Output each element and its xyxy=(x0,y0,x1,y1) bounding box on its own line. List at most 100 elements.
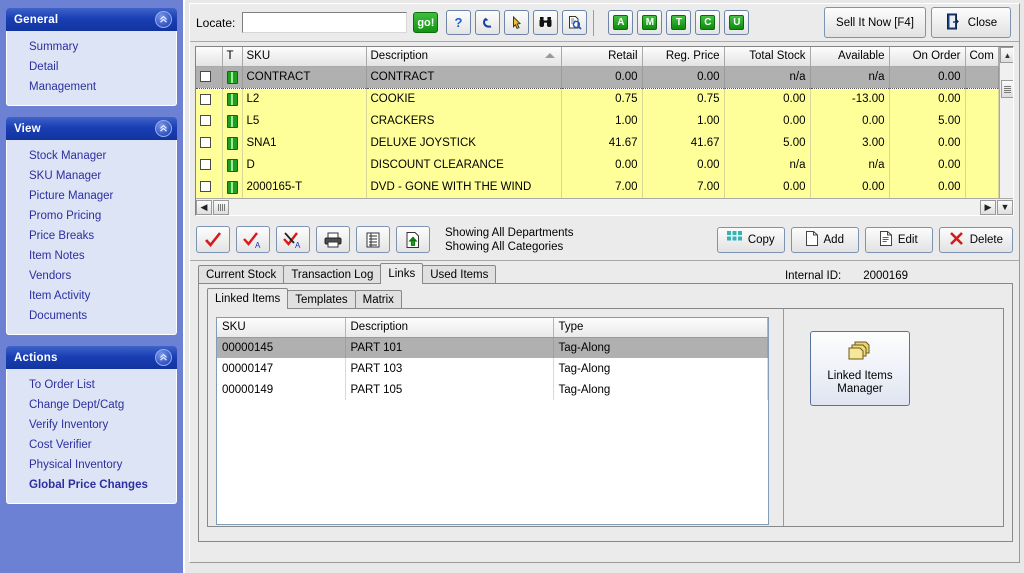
card-stack-icon xyxy=(847,341,873,365)
link-column-header-description[interactable]: Description xyxy=(345,318,554,338)
row-checkbox[interactable] xyxy=(200,137,211,149)
sidebar-item-documents[interactable]: Documents xyxy=(7,306,176,326)
filter-button-t[interactable]: T xyxy=(666,10,692,35)
vertical-scroll-thumb[interactable] xyxy=(1000,80,1013,98)
sidebar-panel-actions-header[interactable]: Actions xyxy=(6,346,177,369)
column-header-total-stock[interactable]: Total Stock xyxy=(724,47,811,67)
filter-button-a[interactable]: A xyxy=(608,10,634,35)
print-icon[interactable] xyxy=(316,226,350,253)
add-button[interactable]: Add xyxy=(790,226,859,253)
sidebar-item-to-order-list[interactable]: To Order List xyxy=(7,375,176,395)
tab-links[interactable]: Links xyxy=(380,263,424,285)
table-row[interactable]: SNA1 DELUXE JOYSTICK 41.67 41.67 5.00 3.… xyxy=(196,132,999,154)
sidebar-item-item-activity[interactable]: Item Activity xyxy=(7,286,176,306)
copy-button[interactable]: Copy xyxy=(716,226,785,253)
table-row[interactable]: L2 COOKIE 0.75 0.75 0.00 -13.00 0.00 xyxy=(196,88,999,110)
sidebar-panel-general-header[interactable]: General xyxy=(6,8,177,31)
column-header-available[interactable]: Available xyxy=(810,47,890,67)
sidebar-item-vendors[interactable]: Vendors xyxy=(7,266,176,286)
linked-items-manager-button[interactable]: Linked Items Manager xyxy=(810,331,910,406)
row-checkbox[interactable] xyxy=(200,93,211,105)
help-icon[interactable]: ? xyxy=(446,10,472,35)
horizontal-scroll-thumb[interactable] xyxy=(213,199,229,215)
sidebar-item-verify-inventory[interactable]: Verify Inventory xyxy=(7,415,176,435)
column-header-reg-price[interactable]: Reg. Price xyxy=(642,47,725,67)
gold-arrow-icon[interactable] xyxy=(504,10,530,35)
column-header-check[interactable] xyxy=(196,47,223,67)
binoculars-icon[interactable] xyxy=(533,10,559,35)
row-checkbox[interactable] xyxy=(200,115,211,127)
row-checkbox[interactable] xyxy=(200,159,211,171)
tab-current-stock[interactable]: Current Stock xyxy=(198,265,285,284)
list-icon[interactable] xyxy=(356,226,390,253)
sidebar-item-item-notes[interactable]: Item Notes xyxy=(7,246,176,266)
tab-used-items[interactable]: Used Items xyxy=(422,265,497,284)
column-header-type[interactable]: T xyxy=(222,47,243,67)
sidebar-item-management[interactable]: Management xyxy=(7,77,176,97)
chevron-double-up-icon[interactable] xyxy=(155,120,172,137)
link-column-header-type[interactable]: Type xyxy=(553,318,768,338)
table-row[interactable]: D DISCOUNT CLEARANCE 0.00 0.00 n/a n/a 0… xyxy=(196,154,999,176)
row-checkbox-cell[interactable] xyxy=(196,110,223,132)
row-checkbox-cell[interactable] xyxy=(196,65,223,89)
row-checkbox-cell[interactable] xyxy=(196,88,223,110)
chevron-double-up-icon[interactable] xyxy=(155,349,172,366)
sell-it-now-button[interactable]: Sell It Now [F4] xyxy=(824,7,926,38)
list-item[interactable]: 00000149 PART 105 Tag-Along xyxy=(217,379,768,400)
sidebar-item-global-price-changes[interactable]: Global Price Changes xyxy=(7,475,176,495)
filter-button-u[interactable]: U xyxy=(724,10,750,35)
close-button[interactable]: Close xyxy=(931,7,1011,38)
cell-reg-price: 0.00 xyxy=(642,65,725,89)
check-a-icon[interactable]: A xyxy=(236,226,270,253)
chevron-double-up-icon[interactable] xyxy=(155,11,172,28)
column-header-on-order[interactable]: On Order xyxy=(889,47,966,67)
link-column-header-sku[interactable]: SKU xyxy=(217,318,346,338)
row-checkbox[interactable] xyxy=(200,181,211,193)
table-row[interactable]: 2000165-T DVD - GONE WITH THE WIND 7.00 … xyxy=(196,176,999,198)
row-checkbox-cell[interactable] xyxy=(196,176,223,198)
column-header-sku[interactable]: SKU xyxy=(242,47,367,67)
sidebar-item-cost-verifier[interactable]: Cost Verifier xyxy=(7,435,176,455)
sidebar-item-summary[interactable]: Summary xyxy=(7,37,176,57)
go-button[interactable]: go! xyxy=(413,12,439,33)
scroll-down-icon[interactable]: ▼ xyxy=(997,199,1013,215)
tab-templates[interactable]: Templates xyxy=(287,290,356,309)
scroll-up-icon[interactable]: ▲ xyxy=(999,47,1013,63)
row-checkbox-cell[interactable] xyxy=(196,154,223,176)
delete-button[interactable]: Delete xyxy=(938,226,1013,253)
search-input[interactable] xyxy=(242,12,408,33)
scroll-right-icon[interactable]: ▶ xyxy=(980,199,996,215)
sidebar-item-price-breaks[interactable]: Price Breaks xyxy=(7,226,176,246)
refresh-arrow-icon[interactable] xyxy=(475,10,501,35)
sidebar-item-detail[interactable]: Detail xyxy=(7,57,176,77)
row-checkbox-cell[interactable] xyxy=(196,132,223,154)
document-search-icon[interactable] xyxy=(562,10,588,35)
scroll-left-icon[interactable]: ◀ xyxy=(196,199,212,215)
row-checkbox[interactable] xyxy=(200,71,211,83)
filter-button-c[interactable]: C xyxy=(695,10,721,35)
table-row[interactable]: CONTRACT CONTRACT 0.00 0.00 n/a n/a 0.00 xyxy=(196,65,999,89)
sidebar-item-sku-manager[interactable]: SKU Manager xyxy=(7,166,176,186)
sidebar-panel-view-header[interactable]: View xyxy=(6,117,177,140)
column-header-retail[interactable]: Retail xyxy=(561,47,643,67)
list-item[interactable]: 00000147 PART 103 Tag-Along xyxy=(217,358,768,379)
grid-vertical-scrollbar[interactable]: ▲ xyxy=(998,47,1013,198)
column-header-description[interactable]: Description xyxy=(366,47,562,67)
tab-matrix[interactable]: Matrix xyxy=(354,290,402,309)
sidebar-item-stock-manager[interactable]: Stock Manager xyxy=(7,146,176,166)
tab-transaction-log[interactable]: Transaction Log xyxy=(283,265,382,284)
sidebar-item-change-dept-catg[interactable]: Change Dept/Catg xyxy=(7,395,176,415)
filter-button-m[interactable]: M xyxy=(637,10,663,35)
uncheck-a-icon[interactable]: A xyxy=(276,226,310,253)
export-up-icon[interactable] xyxy=(396,226,430,253)
sidebar-item-promo-pricing[interactable]: Promo Pricing xyxy=(7,206,176,226)
sidebar-item-physical-inventory[interactable]: Physical Inventory xyxy=(7,455,176,475)
check-all-icon[interactable] xyxy=(196,226,230,253)
table-row[interactable]: L5 CRACKERS 1.00 1.00 0.00 0.00 5.00 xyxy=(196,110,999,132)
tab-linked-items[interactable]: Linked Items xyxy=(207,288,289,310)
list-item[interactable]: 00000145 PART 101 Tag-Along xyxy=(217,337,768,358)
sidebar-item-picture-manager[interactable]: Picture Manager xyxy=(7,186,176,206)
grid-horizontal-scrollbar[interactable]: ◀ ▶ ▼ xyxy=(196,198,1013,215)
column-header-com[interactable]: Com xyxy=(965,47,999,67)
edit-button[interactable]: Edit xyxy=(864,226,933,253)
